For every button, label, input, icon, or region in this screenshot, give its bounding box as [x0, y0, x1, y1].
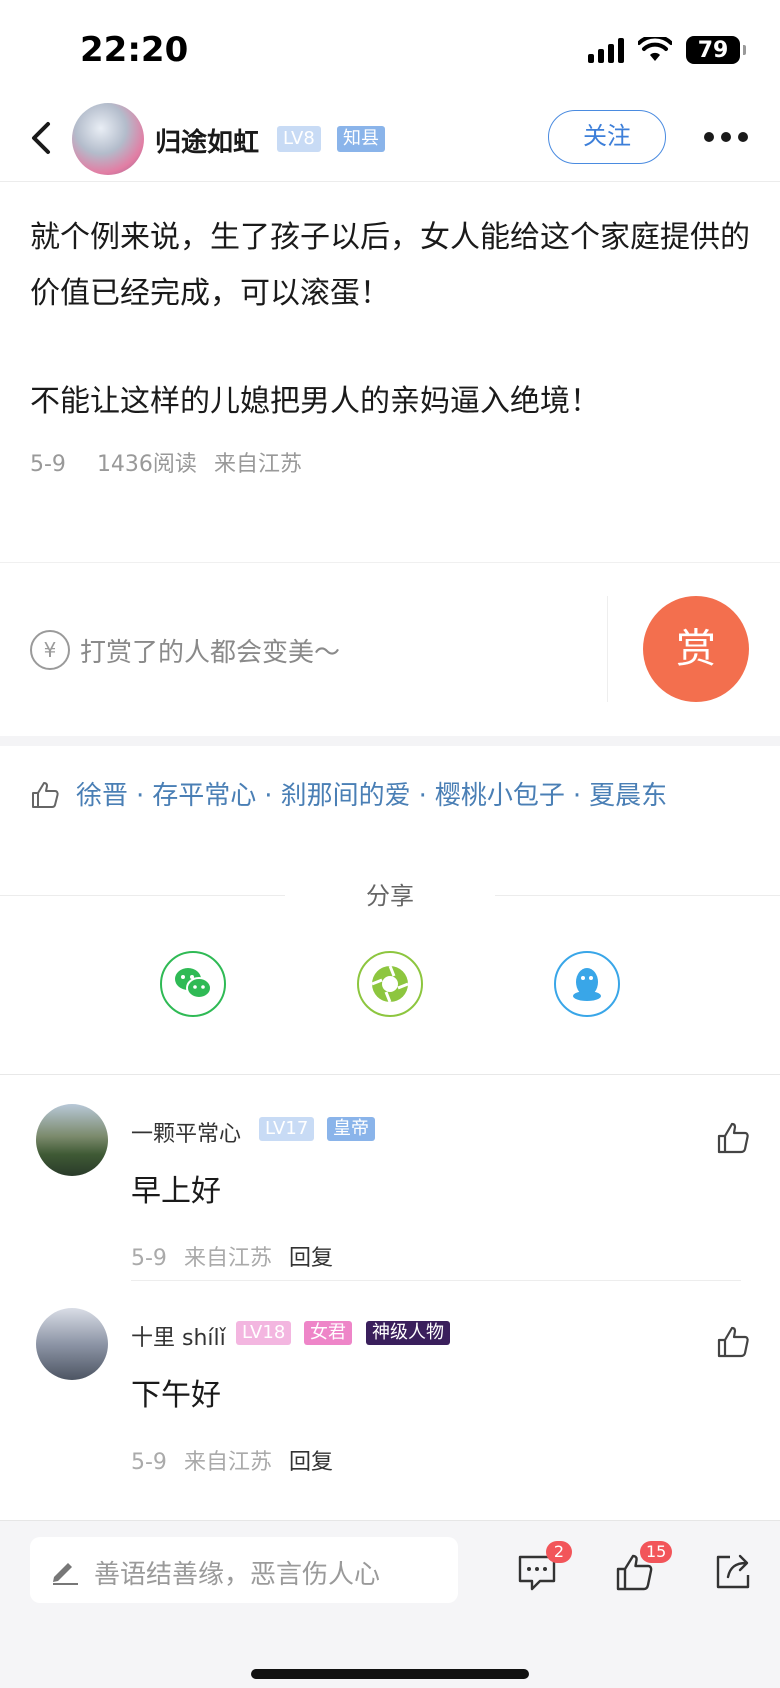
comment-text: 早上好 [131, 1174, 221, 1209]
divider [131, 1280, 741, 1281]
post-meta: 5-9 1436阅读 来自江苏 [30, 446, 326, 478]
wechat-icon [175, 968, 212, 999]
post-header: 归途如虹 LV8 知县 关注 [0, 100, 780, 182]
thumbs-up-icon [32, 782, 59, 808]
liker-name[interactable]: 存平常心 [152, 781, 256, 811]
battery-icon: 79 [686, 36, 746, 64]
comment-meta: 5-9 来自江苏 回复 [131, 1444, 333, 1476]
post-paragraph: 就个例来说，生了孩子以后，女人能给这个家庭提供的价值已经完成，可以滚蛋！ [30, 220, 750, 311]
separator: · [572, 781, 582, 811]
post-location: 来自江苏 [213, 452, 302, 477]
separator: · [136, 781, 145, 811]
commenter-name[interactable]: 十里 shílǐ [131, 1320, 226, 1352]
separator: · [418, 781, 427, 811]
liker-name[interactable]: 夏晨东 [589, 781, 667, 811]
level-badge: LV17 [259, 1117, 315, 1141]
comment-date: 5-9 [131, 1450, 167, 1475]
liker-name[interactable]: 徐晋 [76, 781, 128, 811]
more-options-icon[interactable] [704, 132, 748, 142]
liker-name[interactable]: 樱桃小包子 [435, 781, 565, 811]
status-time: 22:20 [80, 30, 189, 70]
author-name[interactable]: 归途如虹 [155, 122, 259, 159]
divider [0, 562, 780, 563]
home-indicator [251, 1669, 529, 1679]
pen-icon [53, 1563, 78, 1585]
divider [607, 596, 608, 702]
comment-location: 来自江苏 [183, 1450, 272, 1475]
comment-date: 5-9 [131, 1246, 167, 1271]
share-qq-button[interactable] [554, 951, 620, 1017]
comment-input-placeholder: 善语结善缘，恶言伤人心 [94, 1560, 381, 1590]
qq-icon [573, 968, 601, 1001]
status-bar: 22:20 79 [0, 0, 780, 100]
post-paragraph: 不能让这样的儿媳把男人的亲妈逼入绝境！ [30, 384, 600, 419]
level-badge: LV18 [236, 1321, 292, 1345]
post-content: 就个例来说，生了孩子以后，女人能给这个家庭提供的价值已经完成，可以滚蛋！ 不能让… [30, 210, 750, 482]
comment-count-badge: 2 [546, 1541, 572, 1563]
title-badge: 女君 [304, 1321, 352, 1345]
commenter-avatar[interactable] [36, 1308, 108, 1380]
level-badge: LV8 [277, 126, 321, 152]
wifi-icon [638, 37, 672, 61]
share-icon[interactable] [712, 1551, 754, 1593]
comment-meta: 5-9 来自江苏 回复 [131, 1240, 333, 1272]
follow-button[interactable]: 关注 [548, 110, 666, 164]
share-label: 分享 [366, 882, 414, 910]
bottom-action-bar: 善语结善缘，恶言伤人心 2 15 [0, 1520, 780, 1688]
title-badge: 皇帝 [327, 1117, 375, 1141]
likers-list: 徐晋 · 存平常心 · 刹那间的爱 · 樱桃小包子 · 夏晨东 [30, 774, 750, 818]
section-gap [0, 736, 780, 746]
cellular-signal-icon [588, 37, 624, 63]
moments-icon [371, 965, 409, 1003]
comment-input[interactable]: 善语结善缘，恶言伤人心 [30, 1537, 458, 1603]
reply-button[interactable]: 回复 [289, 1450, 333, 1475]
special-badge: 神级人物 [366, 1321, 450, 1345]
author-avatar[interactable] [72, 103, 144, 175]
comment-text: 下午好 [131, 1378, 221, 1413]
title-badge: 知县 [337, 126, 385, 152]
back-arrow-icon[interactable] [22, 118, 62, 158]
yuan-icon: ¥ [30, 630, 70, 670]
post-date: 5-9 [30, 452, 66, 477]
liker-name[interactable]: 刹那间的爱 [281, 781, 411, 811]
divider [0, 1074, 780, 1075]
reward-prompt[interactable]: 打赏了的人都会变美～ [80, 632, 340, 669]
share-moments-button[interactable] [357, 951, 423, 1017]
reply-button[interactable]: 回复 [289, 1246, 333, 1271]
like-comment-icon[interactable] [715, 1324, 751, 1360]
like-comment-icon[interactable] [715, 1120, 751, 1156]
divider [495, 895, 780, 896]
separator: · [264, 781, 273, 811]
post-reads: 1436阅读 [96, 452, 197, 477]
like-count-badge: 15 [640, 1541, 673, 1563]
reward-button[interactable]: 赏 [643, 596, 749, 702]
commenter-avatar[interactable] [36, 1104, 108, 1176]
comment-location: 来自江苏 [183, 1246, 272, 1271]
commenter-name[interactable]: 一颗平常心 [131, 1116, 241, 1148]
status-icons: 79 [588, 36, 746, 64]
share-wechat-button[interactable] [160, 951, 226, 1017]
